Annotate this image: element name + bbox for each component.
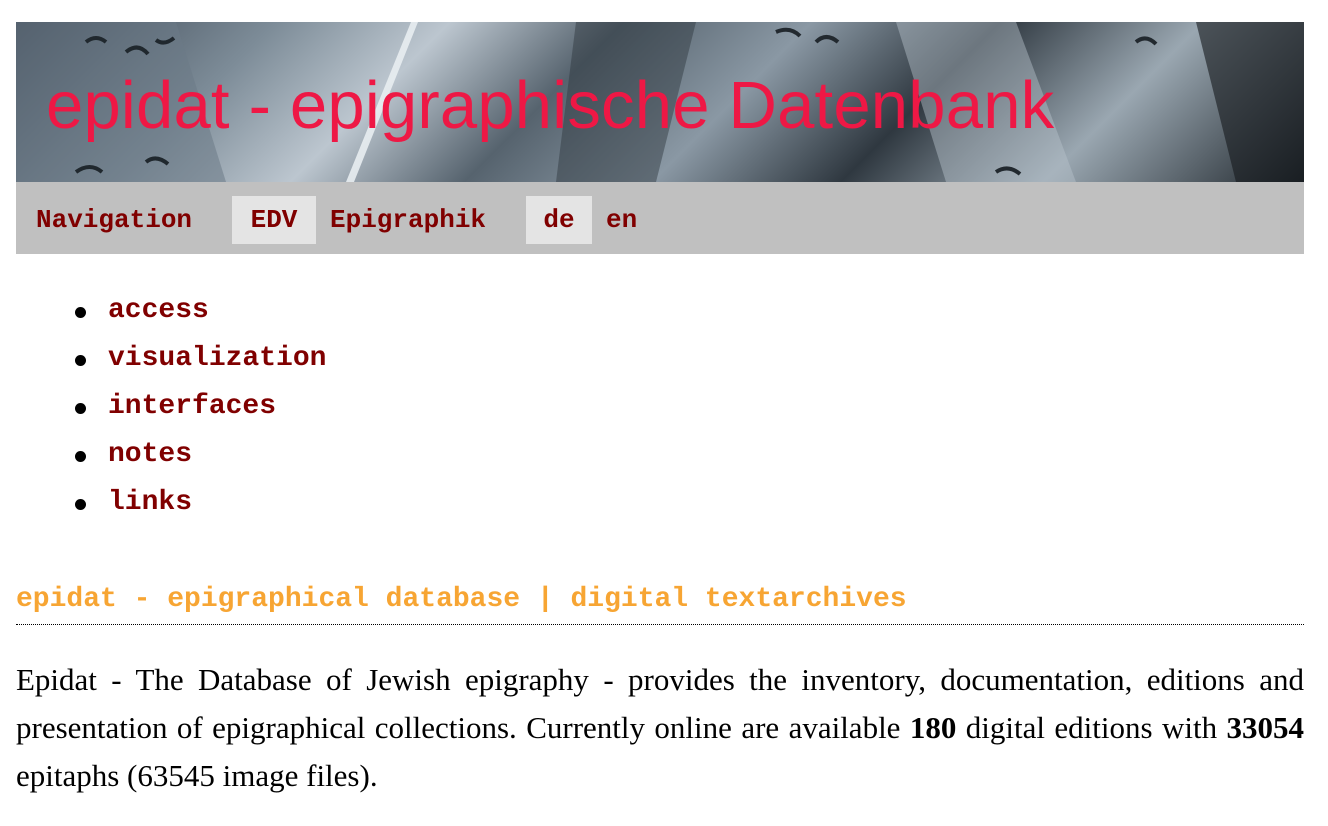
menu-link-access[interactable]: access <box>108 287 209 335</box>
bullet-icon <box>75 355 86 366</box>
bullet-icon <box>75 499 86 510</box>
top-navigation-bar: Navigation EDV Epigraphik de en <box>16 182 1304 254</box>
header-banner: epidat - epigraphische Datenbank <box>16 22 1304 182</box>
intro-text-part-3: epitaphs (63545 image files). <box>16 758 378 793</box>
menu-link-notes[interactable]: notes <box>108 431 192 479</box>
nav-navigation[interactable]: Navigation <box>36 196 192 244</box>
intro-text-part-2: digital editions with <box>956 710 1227 745</box>
menu-link-interfaces[interactable]: interfaces <box>108 383 276 431</box>
bullet-icon <box>75 403 86 414</box>
editions-count: 180 <box>909 710 957 745</box>
intro-paragraph: Epidat - The Database of Jewish epigraph… <box>16 656 1304 800</box>
nav-lang-en[interactable]: en <box>606 196 637 244</box>
nav-edv[interactable]: EDV <box>232 196 316 244</box>
bullet-icon <box>75 307 86 318</box>
menu-link-links[interactable]: links <box>108 479 192 527</box>
nav-epigraphik[interactable]: Epigraphik <box>330 196 486 244</box>
menu-link-visualization[interactable]: visualization <box>108 335 326 383</box>
nav-lang-de[interactable]: de <box>526 196 592 244</box>
epitaphs-count: 33054 <box>1226 710 1304 745</box>
section-heading: epidat - epigraphical database | digital… <box>16 578 1304 625</box>
banner-title: epidat - epigraphische Datenbank <box>46 68 1055 143</box>
bullet-icon <box>75 451 86 462</box>
